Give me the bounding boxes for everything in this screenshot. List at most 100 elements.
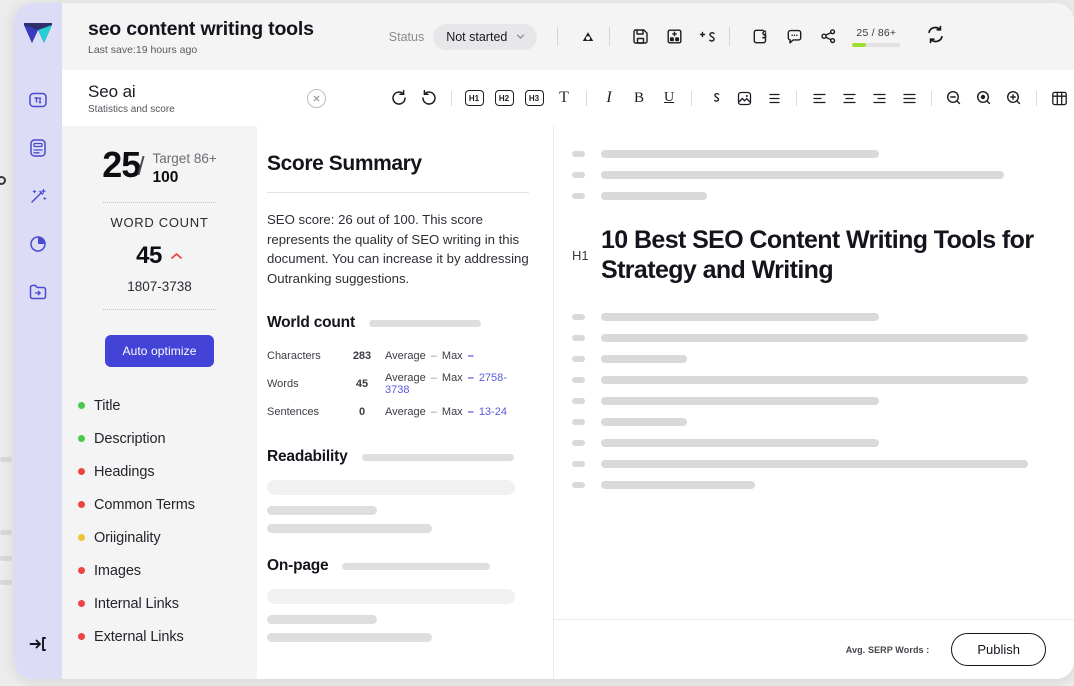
document-top-lines — [572, 150, 1052, 200]
average-label: Average — [385, 372, 426, 385]
close-circle-icon[interactable] — [307, 88, 326, 108]
summary-body: SEO score: 26 out of 100. This score rep… — [267, 212, 529, 286]
align-center-icon[interactable] — [838, 87, 860, 109]
line-gutter-handle[interactable] — [572, 172, 585, 178]
checklist-item-label: Title — [94, 397, 121, 414]
checklist-item[interactable]: Title — [78, 389, 257, 422]
word-count-value: 45 — [136, 242, 162, 269]
line-placeholder — [601, 312, 880, 321]
document-line — [572, 312, 1052, 321]
document-line — [572, 171, 1052, 179]
background-strip — [0, 556, 12, 561]
align-justify-icon[interactable] — [898, 87, 920, 109]
document-line — [572, 333, 1052, 342]
line-gutter-handle[interactable] — [572, 460, 585, 467]
max-value: – — [467, 372, 474, 385]
readability-skeleton-2 — [267, 506, 377, 516]
heading-1-icon[interactable]: H1 — [463, 87, 485, 109]
word-count-progress — [368, 319, 481, 327]
line-gutter-handle[interactable] — [572, 397, 585, 404]
comment-icon[interactable] — [784, 27, 804, 47]
checklist-item[interactable]: Internal Links — [78, 587, 257, 620]
sidebar-item-outline-tool[interactable] — [25, 135, 51, 161]
status-label: Status — [388, 29, 425, 44]
document-h1-text[interactable]: 10 Best SEO Content Writing Tools for St… — [601, 225, 1052, 286]
toolbar-divider — [931, 90, 932, 106]
save-icon[interactable] — [630, 27, 650, 47]
outranking-logo[interactable] — [23, 21, 53, 47]
metric-value: 45 — [355, 378, 369, 391]
line-gutter-handle[interactable] — [572, 334, 585, 341]
document-h1-block: H1 10 Best SEO Content Writing Tools for… — [572, 225, 1052, 286]
image-icon[interactable] — [733, 87, 755, 109]
sidebar — [14, 3, 62, 679]
checklist-item[interactable]: Common Terms — [78, 488, 257, 521]
onpage-skeleton-1 — [267, 589, 515, 605]
onpage-title: On-page — [267, 557, 329, 575]
checklist-item[interactable]: External Links — [78, 620, 257, 653]
line-gutter-handle[interactable] — [572, 439, 585, 446]
line-gutter-handle[interactable] — [572, 151, 585, 157]
undo-icon[interactable] — [388, 87, 410, 109]
redo-icon[interactable] — [418, 87, 440, 109]
heading-3-icon[interactable]: H3 — [523, 87, 545, 109]
bold-icon[interactable]: B — [628, 87, 650, 109]
line-placeholder — [601, 396, 880, 405]
zoom-in-icon[interactable] — [1003, 87, 1025, 109]
checklist-item[interactable]: Oriiginality — [78, 521, 257, 554]
last-save-label: Last save:19 hours ago — [88, 43, 198, 56]
max-value: – — [467, 350, 474, 363]
sidebar-item-ai-tool[interactable] — [25, 183, 51, 209]
link-icon[interactable] — [703, 87, 725, 109]
line-gutter-handle[interactable] — [572, 376, 585, 383]
document-body-lines — [572, 312, 1052, 489]
onpage-section: On-page — [267, 557, 529, 643]
metric-name: Words — [267, 378, 299, 391]
align-left-icon[interactable] — [808, 87, 830, 109]
table-icon[interactable] — [1048, 87, 1070, 109]
align-right-icon[interactable] — [868, 87, 890, 109]
underline-icon[interactable]: U — [658, 87, 680, 109]
line-gutter-handle[interactable] — [572, 418, 585, 425]
export-doc-icon[interactable] — [664, 27, 684, 47]
checklist-item-label: External Links — [94, 628, 184, 645]
onpage-progress — [342, 562, 491, 570]
cloud-upload-icon[interactable] — [578, 27, 598, 47]
share-nodes-icon[interactable] — [818, 27, 838, 47]
publish-button[interactable]: Publish — [951, 633, 1046, 666]
seo-score-chip[interactable]: 25 / 86+ — [852, 27, 901, 47]
line-gutter-handle[interactable] — [572, 481, 585, 488]
sidebar-item-analytics-tool[interactable] — [25, 231, 51, 257]
copy-page-icon[interactable] — [750, 27, 770, 47]
line-gutter-handle[interactable] — [572, 355, 585, 362]
auto-optimize-button[interactable]: Auto optimize — [105, 335, 214, 367]
average-value: – — [430, 406, 437, 419]
status-dropdown[interactable]: Not started — [433, 23, 538, 50]
line-gutter-handle[interactable] — [572, 313, 585, 320]
checklist-item[interactable]: Description — [78, 422, 257, 455]
checklist-item[interactable]: Images — [78, 554, 257, 587]
max-label: Max — [441, 350, 463, 363]
panel-subtitle: Statistics and score — [88, 103, 175, 115]
document-editor[interactable]: H1 10 Best SEO Content Writing Tools for… — [554, 126, 1074, 679]
text-style-icon[interactable]: T — [553, 87, 575, 109]
zoom-out-icon[interactable] — [943, 87, 965, 109]
seo-score-fill — [852, 42, 867, 47]
line-gutter-handle[interactable] — [572, 193, 585, 199]
status-control: Status Not started — [388, 23, 538, 50]
checklist-item[interactable]: Headings — [78, 455, 257, 488]
heading-2-icon[interactable]: H2 — [493, 87, 515, 109]
bullet-list-icon[interactable] — [763, 87, 785, 109]
word-count-section-title: World count — [267, 314, 355, 332]
target-box: Target 86+ 100 — [153, 148, 217, 187]
zoom-reset-icon[interactable] — [973, 87, 995, 109]
document-line — [572, 354, 1052, 363]
status-dot — [78, 501, 85, 508]
score-row: 25 / Target 86+ 100 — [102, 146, 217, 187]
add-link-icon[interactable] — [698, 27, 718, 47]
sidebar-item-export-tool[interactable] — [25, 279, 51, 305]
sidebar-item-text-tool[interactable] — [25, 87, 51, 113]
sync-button[interactable] — [925, 24, 946, 50]
italic-icon[interactable]: I — [598, 87, 620, 109]
collapse-sidebar-button[interactable] — [25, 631, 51, 657]
